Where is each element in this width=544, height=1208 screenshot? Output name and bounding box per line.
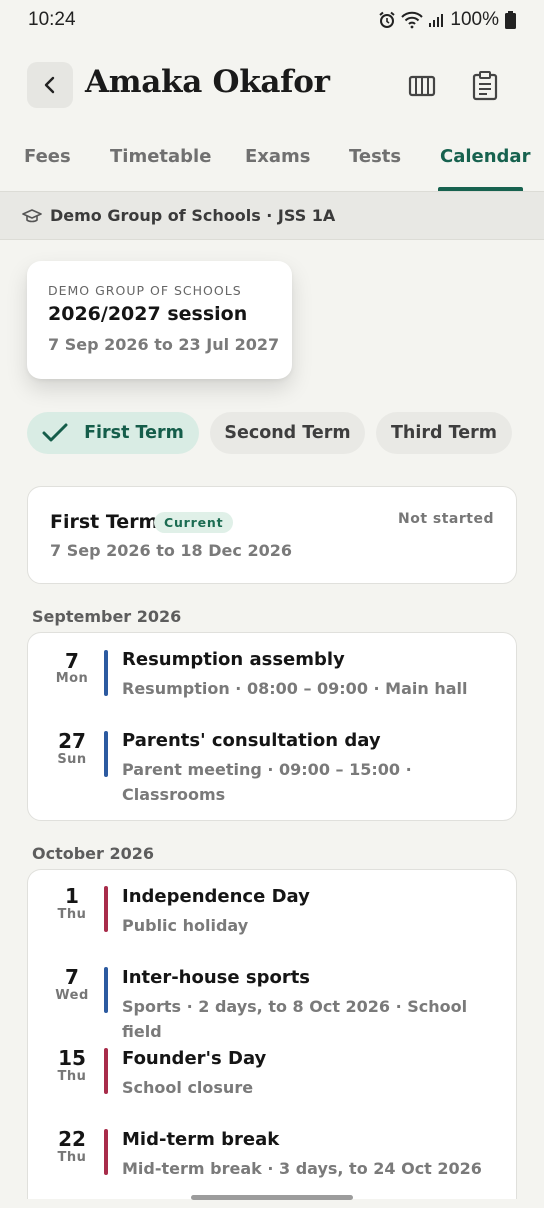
clipboard-button[interactable] [465, 66, 505, 106]
term-chip-label: First Term [84, 423, 184, 443]
page-title: Amaka Okafor [85, 64, 330, 100]
event-day: 7 [65, 965, 79, 989]
event-title: Founder's Day [122, 1048, 267, 1069]
event-color-bar [104, 650, 108, 696]
status-indicators: 100% [378, 9, 516, 31]
month-card-september: 7 Mon Resumption assembly Resumption · 0… [27, 632, 517, 821]
tab-timetable[interactable]: Timetable [110, 146, 211, 167]
graduation-cap-icon [22, 208, 42, 222]
school-class-label: Demo Group of Schools · JSS 1A [50, 206, 336, 225]
event-detail: Public holiday [122, 916, 249, 935]
event-color-bar [104, 886, 108, 932]
columns-icon [408, 75, 436, 97]
chevron-left-icon [44, 76, 55, 94]
event-color-bar [104, 1048, 108, 1094]
event-detail: Mid-term break · 3 days, to 24 Oct 2026 [122, 1159, 482, 1178]
session-org: DEMO GROUP OF SCHOOLS [48, 283, 242, 298]
term-chip-second[interactable]: Second Term [210, 412, 365, 454]
clipboard-icon [472, 71, 498, 101]
check-icon [42, 423, 68, 442]
columns-button[interactable] [402, 66, 442, 106]
event-weekday: Thu [57, 1069, 87, 1084]
event-day: 15 [58, 1046, 86, 1070]
status-time: 10:24 [28, 9, 76, 30]
current-badge: Current [154, 512, 234, 533]
tab-tests[interactable]: Tests [349, 146, 401, 167]
event-detail: Resumption · 08:00 – 09:00 · Main hall [122, 679, 468, 698]
event-title: Parents' consultation day [122, 730, 381, 751]
event-color-bar [104, 731, 108, 777]
month-label-october: October 2026 [32, 844, 155, 863]
event-detail: School closure [122, 1078, 254, 1097]
term-chip-first[interactable]: First Term [27, 412, 199, 454]
battery-icon [505, 11, 516, 29]
home-indicator[interactable] [191, 1195, 353, 1200]
term-name: First Term [50, 511, 159, 533]
event-title: Independence Day [122, 886, 310, 907]
month-card-october: 1 Thu Independence Day Public holiday 7 … [27, 869, 517, 1199]
term-summary-card: First Term Current Not started 7 Sep 202… [27, 486, 517, 584]
status-bar: 10:24 100% [0, 0, 544, 40]
term-chip-label: Third Term [391, 423, 497, 443]
tab-calendar[interactable]: Calendar [440, 146, 530, 167]
event-title: Resumption assembly [122, 649, 345, 670]
school-bar: Demo Group of Schools · JSS 1A [0, 192, 544, 240]
event-title: Inter-house sports [122, 967, 311, 988]
event-title: Mid-term break [122, 1129, 280, 1150]
event-detail: Sports · 2 days, to 8 Oct 2026 · School … [122, 997, 468, 1041]
tab-exams[interactable]: Exams [245, 146, 311, 167]
signal-icon [429, 14, 444, 27]
event-weekday: Sun [57, 752, 87, 767]
term-status: Not started [398, 511, 494, 527]
term-chip-label: Second Term [224, 423, 351, 443]
session-card[interactable]: DEMO GROUP OF SCHOOLS 2026/2027 session … [27, 261, 292, 379]
term-dates: 7 Sep 2026 to 18 Dec 2026 [50, 541, 292, 560]
battery-percent: 100% [450, 9, 499, 30]
alarm-icon [379, 11, 396, 28]
event-day: 7 [65, 649, 79, 673]
term-chip-third[interactable]: Third Term [376, 412, 512, 454]
tab-fees[interactable]: Fees [24, 146, 71, 167]
event-color-bar [104, 967, 108, 1013]
app-header: Amaka Okafor [0, 58, 544, 114]
session-dates: 7 Sep 2026 to 23 Jul 2027 [48, 335, 280, 354]
session-title: 2026/2027 session [48, 303, 248, 325]
event-day: 27 [58, 729, 86, 753]
wifi-icon [401, 11, 424, 29]
tab-bar: Fees Timetable Exams Tests Calendar [0, 132, 544, 192]
back-button[interactable] [27, 62, 73, 108]
month-label-september: September 2026 [32, 607, 182, 626]
event-detail: Parent meeting · 09:00 – 15:00 · Classro… [122, 760, 412, 804]
event-weekday: Mon [55, 671, 89, 686]
event-weekday: Thu [57, 907, 87, 922]
active-tab-indicator [438, 187, 523, 191]
event-day: 1 [65, 884, 79, 908]
event-color-bar [104, 1129, 108, 1175]
event-weekday: Thu [57, 1150, 87, 1165]
event-weekday: Wed [55, 988, 89, 1003]
event-day: 22 [58, 1127, 86, 1151]
